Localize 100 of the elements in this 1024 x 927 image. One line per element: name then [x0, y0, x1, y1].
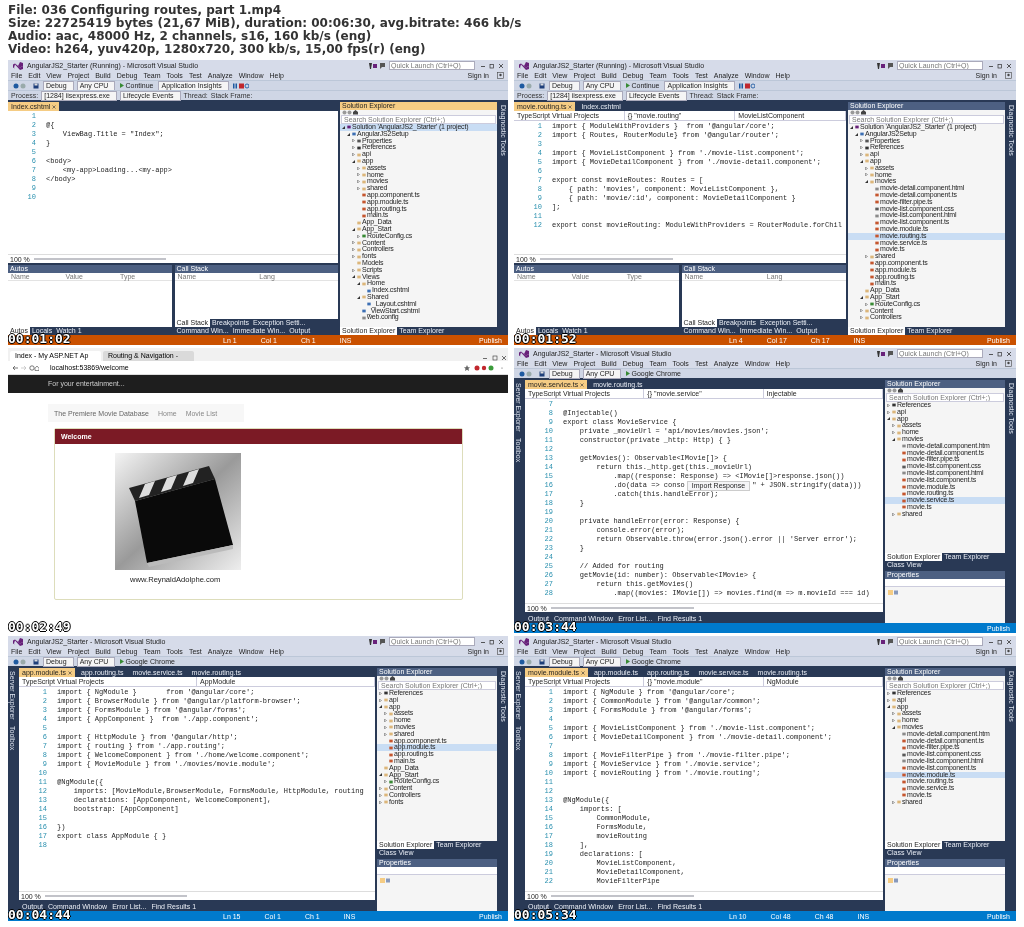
close-icon[interactable] — [580, 382, 585, 387]
save-icon[interactable] — [538, 658, 545, 665]
close-icon[interactable] — [52, 104, 57, 109]
collapsed-arrow-icon[interactable] — [384, 732, 387, 736]
collapsed-arrow-icon[interactable] — [860, 139, 863, 143]
object-selector-field[interactable] — [885, 579, 1005, 587]
collapsed-arrow-icon[interactable] — [384, 719, 387, 723]
restore-icon[interactable] — [996, 62, 1003, 69]
collapsed-arrow-icon[interactable] — [379, 793, 382, 797]
notification-icon[interactable] — [368, 62, 377, 69]
collapsed-arrow-icon[interactable] — [892, 712, 895, 716]
person-icon[interactable] — [496, 648, 504, 655]
expanded-arrow-icon[interactable] — [887, 705, 890, 709]
collapsed-arrow-icon[interactable] — [384, 712, 387, 716]
expanded-arrow-icon[interactable] — [352, 227, 355, 231]
expanded-arrow-icon[interactable] — [892, 437, 895, 441]
close-icon[interactable] — [1005, 638, 1012, 645]
collapsed-arrow-icon[interactable] — [860, 146, 863, 150]
notification-icon[interactable] — [368, 638, 377, 645]
scrollbar[interactable] — [44, 895, 188, 897]
collapsed-arrow-icon[interactable] — [860, 153, 863, 157]
feedback-icon[interactable] — [379, 62, 385, 69]
collapsed-arrow-icon[interactable] — [865, 166, 868, 170]
collapsed-arrow-icon[interactable] — [892, 800, 895, 804]
collapsed-arrow-icon[interactable] — [352, 248, 355, 252]
close-icon[interactable] — [580, 670, 585, 675]
feedback-icon[interactable] — [887, 638, 893, 645]
restore-icon[interactable] — [996, 350, 1003, 357]
expanded-arrow-icon[interactable] — [850, 125, 853, 129]
collapsed-arrow-icon[interactable] — [892, 512, 895, 516]
restore-icon[interactable] — [996, 638, 1003, 645]
collapsed-arrow-icon[interactable] — [357, 180, 360, 184]
collapsed-arrow-icon[interactable] — [357, 173, 360, 177]
expanded-arrow-icon[interactable] — [379, 773, 382, 777]
close-icon[interactable] — [1005, 350, 1012, 357]
person-icon[interactable] — [496, 72, 504, 79]
expanded-arrow-icon[interactable] — [352, 159, 355, 163]
expanded-arrow-icon[interactable] — [865, 180, 868, 184]
debug-controls-icon[interactable] — [233, 82, 250, 89]
navigation-icon[interactable] — [12, 364, 39, 371]
collapsed-arrow-icon[interactable] — [379, 787, 382, 791]
expanded-arrow-icon[interactable] — [357, 295, 360, 299]
collapsed-arrow-icon[interactable] — [865, 255, 868, 259]
expanded-arrow-icon[interactable] — [352, 275, 355, 279]
collapsed-arrow-icon[interactable] — [892, 719, 895, 723]
collapsed-arrow-icon[interactable] — [352, 255, 355, 259]
collapsed-arrow-icon[interactable] — [887, 691, 890, 695]
close-icon[interactable] — [1005, 62, 1012, 69]
close-icon[interactable] — [497, 62, 504, 69]
person-icon[interactable] — [1004, 360, 1012, 367]
restore-icon[interactable] — [488, 62, 495, 69]
collapsed-arrow-icon[interactable] — [865, 173, 868, 177]
notification-icon[interactable] — [876, 62, 885, 69]
restore-icon[interactable] — [488, 638, 495, 645]
expanded-arrow-icon[interactable] — [379, 705, 382, 709]
scrollbar[interactable] — [550, 607, 695, 609]
expanded-arrow-icon[interactable] — [860, 295, 863, 299]
collapsed-arrow-icon[interactable] — [379, 691, 382, 695]
collapsed-arrow-icon[interactable] — [892, 431, 895, 435]
expanded-arrow-icon[interactable] — [357, 282, 360, 286]
object-selector-field[interactable] — [377, 867, 497, 875]
collapsed-arrow-icon[interactable] — [352, 241, 355, 245]
collapsed-arrow-icon[interactable] — [384, 780, 387, 784]
collapsed-arrow-icon[interactable] — [352, 153, 355, 157]
collapsed-arrow-icon[interactable] — [352, 268, 355, 272]
collapsed-arrow-icon[interactable] — [892, 424, 895, 428]
collapsed-arrow-icon[interactable] — [352, 146, 355, 150]
expanded-arrow-icon[interactable] — [860, 159, 863, 163]
notification-icon[interactable] — [876, 350, 885, 357]
save-icon[interactable] — [538, 82, 545, 89]
scrollbar[interactable] — [33, 258, 166, 260]
feedback-icon[interactable] — [887, 62, 893, 69]
expanded-arrow-icon[interactable] — [342, 125, 345, 129]
scrollbar[interactable] — [539, 258, 673, 260]
close-icon[interactable] — [68, 670, 72, 675]
collapsed-arrow-icon[interactable] — [379, 698, 382, 702]
collapsed-arrow-icon[interactable] — [384, 725, 387, 729]
expanded-arrow-icon[interactable] — [887, 417, 890, 421]
collapsed-arrow-icon[interactable] — [887, 698, 890, 702]
expanded-arrow-icon[interactable] — [347, 132, 350, 136]
collapsed-arrow-icon[interactable] — [860, 316, 863, 320]
collapsed-arrow-icon[interactable] — [860, 309, 863, 313]
scrollbar[interactable] — [550, 895, 695, 897]
save-icon[interactable] — [32, 82, 39, 89]
feedback-icon[interactable] — [379, 638, 385, 645]
feedback-icon[interactable] — [887, 350, 893, 357]
save-icon[interactable] — [32, 658, 39, 665]
person-icon[interactable] — [1004, 72, 1012, 79]
collapsed-arrow-icon[interactable] — [357, 234, 360, 238]
collapsed-arrow-icon[interactable] — [379, 800, 382, 804]
save-icon[interactable] — [538, 370, 545, 377]
collapsed-arrow-icon[interactable] — [865, 302, 868, 306]
close-icon[interactable] — [497, 638, 504, 645]
collapsed-arrow-icon[interactable] — [357, 187, 360, 191]
collapsed-arrow-icon[interactable] — [887, 403, 890, 407]
person-icon[interactable] — [1004, 648, 1012, 655]
expanded-arrow-icon[interactable] — [892, 725, 895, 729]
window-controls-icon[interactable] — [482, 355, 507, 361]
object-selector-field[interactable] — [885, 867, 1005, 875]
collapsed-arrow-icon[interactable] — [357, 166, 360, 170]
